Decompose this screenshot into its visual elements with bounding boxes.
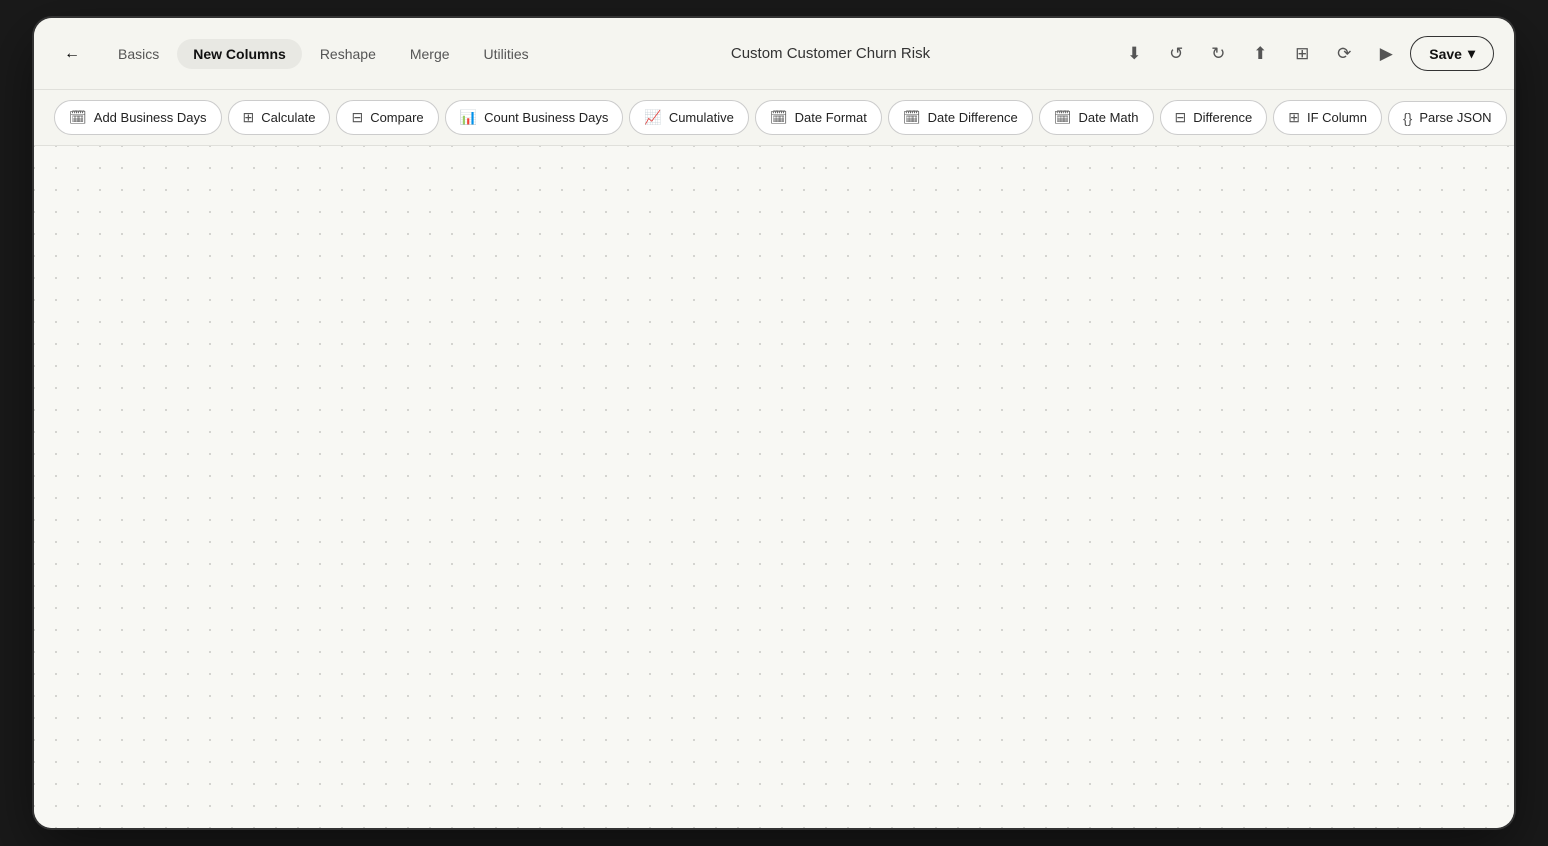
nav-tabs: Basics New Columns Reshape Merge Utiliti… xyxy=(102,39,545,69)
tool-add-business-days-label: Add Business Days xyxy=(94,110,207,125)
back-button[interactable]: ← xyxy=(54,36,90,72)
tool-count-business-days[interactable]: 📊 Count Business Days xyxy=(445,100,624,135)
date-math-icon: 🗓 xyxy=(1054,109,1072,126)
tool-if-column-label: IF Column xyxy=(1307,110,1367,125)
nav-actions: ⬇ ↺ ↻ ⬆ ⊞ ⟳ ▶ Save ▾ xyxy=(1116,36,1494,72)
count-business-days-icon: 📊 xyxy=(460,109,477,126)
undo-icon: ↺ xyxy=(1169,44,1183,64)
play-button[interactable]: ▶ xyxy=(1368,36,1404,72)
tool-date-difference-label: Date Difference xyxy=(928,110,1018,125)
refresh-button[interactable]: ⟳ xyxy=(1326,36,1362,72)
tool-difference[interactable]: ⊟ Difference xyxy=(1160,100,1268,135)
tool-bar: 🗓 Add Business Days ⊞ Calculate ⊟ Compar… xyxy=(34,90,1514,146)
difference-icon: ⊟ xyxy=(1175,109,1187,126)
tool-cumulative[interactable]: 📈 Cumulative xyxy=(629,100,748,135)
cloud-save-icon: ⬆ xyxy=(1253,44,1267,64)
play-icon: ▶ xyxy=(1380,44,1393,64)
download-icon: ⬇ xyxy=(1127,44,1141,64)
tool-parse-json-label: Parse JSON xyxy=(1419,110,1491,125)
tab-new-columns[interactable]: New Columns xyxy=(177,39,302,69)
tool-count-business-days-label: Count Business Days xyxy=(484,110,608,125)
tool-date-math-label: Date Math xyxy=(1079,110,1139,125)
back-icon: ← xyxy=(64,45,80,63)
app-frame: ← Basics New Columns Reshape Merge Utili… xyxy=(34,18,1514,828)
if-column-icon: ⊞ xyxy=(1288,109,1300,126)
tool-if-column[interactable]: ⊞ IF Column xyxy=(1273,100,1382,135)
redo-icon: ↻ xyxy=(1211,44,1225,64)
tool-compare[interactable]: ⊟ Compare xyxy=(336,100,438,135)
refresh-icon: ⟳ xyxy=(1337,44,1351,64)
tool-calculate[interactable]: ⊞ Calculate xyxy=(228,100,331,135)
redo-button[interactable]: ↻ xyxy=(1200,36,1236,72)
tool-date-difference[interactable]: 🗓 Date Difference xyxy=(888,100,1033,135)
date-difference-icon: 🗓 xyxy=(903,109,921,126)
page-title: Custom Customer Churn Risk xyxy=(553,45,1109,62)
dot-grid-background xyxy=(34,146,1514,828)
tool-cumulative-label: Cumulative xyxy=(669,110,734,125)
tab-merge[interactable]: Merge xyxy=(394,39,466,69)
date-format-icon: 🗓 xyxy=(770,109,788,126)
tool-difference-label: Difference xyxy=(1193,110,1252,125)
parse-json-icon: {} xyxy=(1403,110,1412,126)
tool-date-format-label: Date Format xyxy=(795,110,867,125)
tab-basics[interactable]: Basics xyxy=(102,39,175,69)
download-button[interactable]: ⬇ xyxy=(1116,36,1152,72)
save-chevron-icon: ▾ xyxy=(1468,45,1475,62)
tab-utilities[interactable]: Utilities xyxy=(468,39,545,69)
grid-icon: ⊞ xyxy=(1295,44,1309,64)
tool-date-format[interactable]: 🗓 Date Format xyxy=(755,100,882,135)
tool-parse-json[interactable]: {} Parse JSON xyxy=(1388,101,1507,135)
undo-button[interactable]: ↺ xyxy=(1158,36,1194,72)
save-label: Save xyxy=(1429,46,1462,62)
calculate-icon: ⊞ xyxy=(243,109,255,126)
tool-date-math[interactable]: 🗓 Date Math xyxy=(1039,100,1154,135)
cumulative-icon: 📈 xyxy=(644,109,661,126)
compare-icon: ⊟ xyxy=(351,109,363,126)
cloud-save-button[interactable]: ⬆ xyxy=(1242,36,1278,72)
grid-view-button[interactable]: ⊞ xyxy=(1284,36,1320,72)
save-button[interactable]: Save ▾ xyxy=(1410,36,1494,71)
nav-bar: ← Basics New Columns Reshape Merge Utili… xyxy=(34,18,1514,90)
tab-reshape[interactable]: Reshape xyxy=(304,39,392,69)
canvas-area[interactable] xyxy=(34,146,1514,828)
tool-add-business-days[interactable]: 🗓 Add Business Days xyxy=(54,100,222,135)
add-business-days-icon: 🗓 xyxy=(69,109,87,126)
tool-compare-label: Compare xyxy=(370,110,423,125)
tool-calculate-label: Calculate xyxy=(261,110,315,125)
